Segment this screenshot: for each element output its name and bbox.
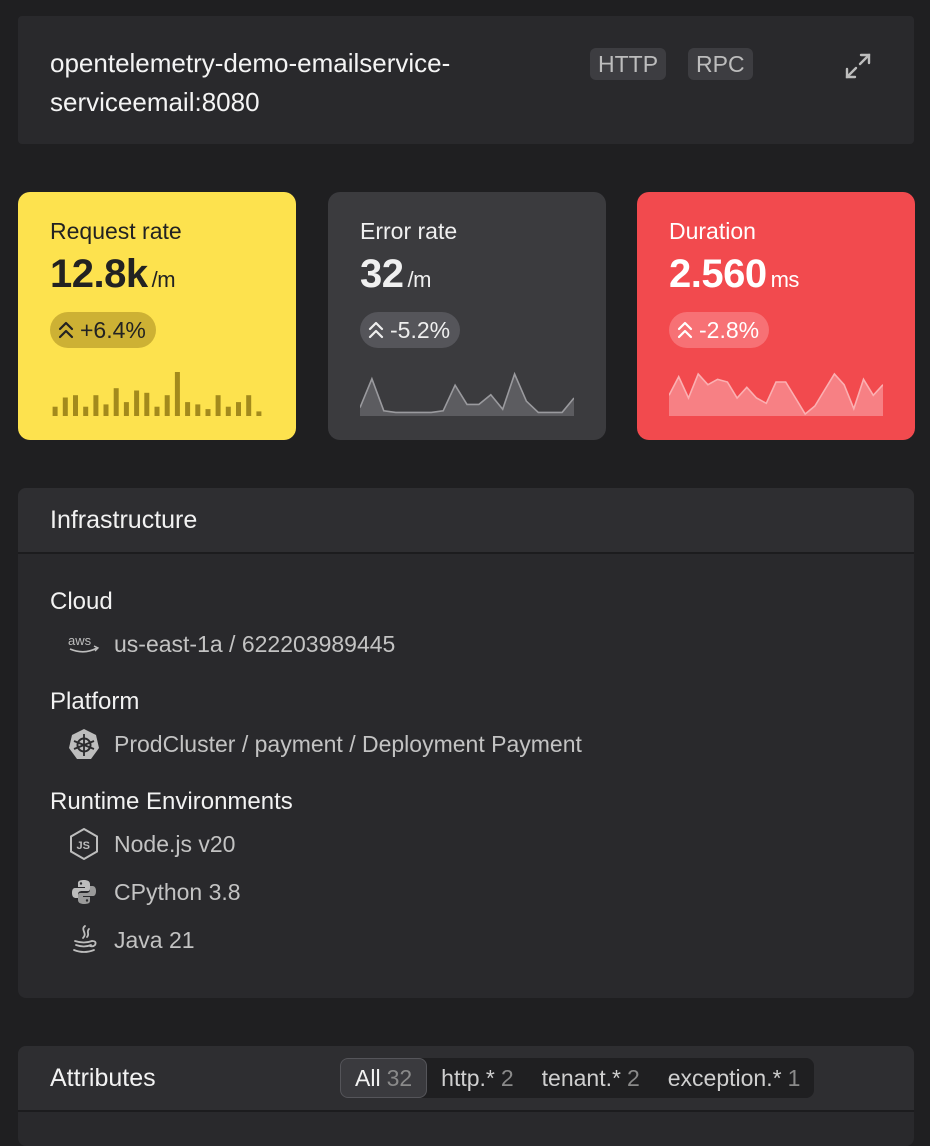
double-chevron-up-icon xyxy=(368,321,384,339)
filter-exception[interactable]: exception.* 1 xyxy=(654,1058,815,1098)
spark-bar xyxy=(246,395,252,416)
spark-bar xyxy=(123,402,129,416)
spark-bar xyxy=(195,404,201,416)
runtime-label: Java 21 xyxy=(114,926,195,953)
service-title: opentelemetry-demo-emailservice-servicee… xyxy=(50,48,451,117)
svg-text:aws: aws xyxy=(68,633,92,648)
change-badge: +6.4% xyxy=(50,312,156,348)
spark-bar xyxy=(103,404,109,416)
badge-http[interactable]: HTTP xyxy=(590,48,667,80)
spark-bar xyxy=(93,395,99,416)
spark-bar xyxy=(256,411,262,416)
spark-bar xyxy=(52,406,58,416)
expand-icon[interactable] xyxy=(844,52,872,80)
spark-bar xyxy=(236,402,241,416)
service-header: opentelemetry-demo-emailservice-servicee… xyxy=(18,16,914,144)
runtime-label: CPython 3.8 xyxy=(114,878,241,905)
spark-area xyxy=(360,374,574,416)
spark-bar xyxy=(113,388,119,416)
metric-value: 12.8k/m xyxy=(50,252,176,296)
metric-label: Request rate xyxy=(50,218,182,244)
spark-bar xyxy=(174,372,180,416)
spark-bar xyxy=(205,409,211,416)
spark-bar xyxy=(144,392,150,416)
spark-bar xyxy=(62,397,68,416)
spark-area xyxy=(669,374,883,416)
change-badge: -5.2% xyxy=(360,312,461,348)
filter-all[interactable]: All 32 xyxy=(340,1058,428,1098)
duration-card[interactable]: Duration 2.560 ms -2.8% xyxy=(637,192,915,440)
metric-label: Duration xyxy=(669,218,756,244)
runtime-label: Node.js v20 xyxy=(114,830,236,857)
cloud-title: Cloud xyxy=(50,588,113,615)
runtime-title: Runtime Environments xyxy=(50,788,293,815)
panel-title: Attributes xyxy=(50,1064,156,1092)
spark-bar xyxy=(164,395,170,416)
aws-icon: aws xyxy=(66,626,102,662)
python-icon xyxy=(66,874,102,910)
attributes-panel: Attributes All 32 http.* 2 tenant.* 2 excep… xyxy=(18,1046,914,1146)
svg-text:JS: JS xyxy=(77,840,90,852)
cloud-row: aws us-east-1a / 622203989445 xyxy=(66,626,395,662)
infrastructure-panel: Infrastructure Cloud aws us-east-1a / 62… xyxy=(18,488,914,998)
spark-bar xyxy=(83,406,89,416)
metric-value: 2.560 ms xyxy=(669,252,799,296)
error-rate-sparkline xyxy=(360,371,574,416)
badge-rpc[interactable]: RPC xyxy=(688,48,753,80)
request-rate-sparkline xyxy=(52,372,262,416)
error-rate-card[interactable]: Error rate 32/m -5.2% xyxy=(328,192,606,440)
java-icon xyxy=(66,922,102,958)
duration-sparkline xyxy=(669,372,883,416)
spark-bar xyxy=(215,395,221,416)
platform-title: Platform xyxy=(50,688,140,715)
request-rate-card[interactable]: Request rate 12.8k/m +6.4% xyxy=(18,192,296,440)
filter-tenant[interactable]: tenant.* 2 xyxy=(528,1058,654,1098)
spark-bar xyxy=(73,395,78,416)
change-badge: -2.8% xyxy=(669,312,770,348)
spark-bar xyxy=(225,406,231,416)
metric-label: Error rate xyxy=(360,218,458,244)
double-chevron-up-icon xyxy=(677,321,693,339)
runtime-item-java: Java 21 xyxy=(66,922,195,958)
kubernetes-icon xyxy=(66,726,102,762)
spark-bar xyxy=(154,406,160,416)
runtime-item-python: CPython 3.8 xyxy=(66,874,241,910)
platform-row: ProdCluster / payment / Deployment Payme… xyxy=(66,726,582,762)
platform-value: ProdCluster / payment / Deployment Payme… xyxy=(114,730,582,757)
runtime-item-nodejs: JS Node.js v20 xyxy=(66,826,235,862)
nodejs-icon: JS xyxy=(66,826,102,862)
panel-title: Infrastructure xyxy=(50,506,198,534)
filter-http[interactable]: http.* 2 xyxy=(427,1058,528,1098)
metric-value: 32/m xyxy=(360,252,431,296)
attribute-filter-group: All 32 http.* 2 tenant.* 2 exception.* 1 xyxy=(340,1058,815,1098)
cloud-value: us-east-1a / 622203989445 xyxy=(114,630,396,657)
double-chevron-up-icon xyxy=(58,321,74,339)
spark-bar xyxy=(185,402,191,416)
spark-bar xyxy=(134,390,140,416)
